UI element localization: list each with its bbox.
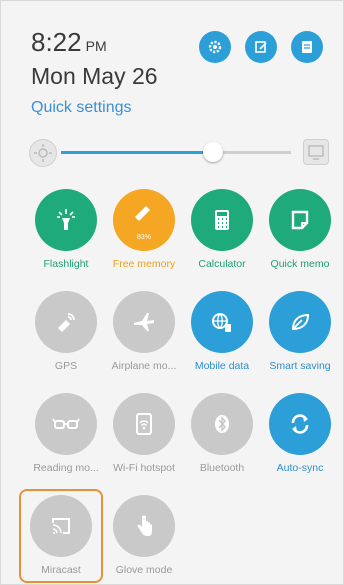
notes-icon [302, 41, 312, 53]
tile-icon-bg [269, 291, 331, 353]
tile-label: Smart saving [269, 360, 331, 372]
cast-icon [52, 518, 70, 534]
tile-label: Flashlight [43, 258, 89, 270]
tile-label: Auto-sync [276, 462, 324, 474]
settings-button[interactable] [199, 31, 231, 63]
tile-airplane-mode[interactable]: Airplane mo... [103, 291, 185, 372]
bluetooth-icon [215, 415, 229, 433]
tile-icon-bg [191, 291, 253, 353]
notes-button[interactable] [291, 31, 323, 63]
tile-icon-bg [113, 393, 175, 455]
time-text: 8:22 [31, 27, 82, 57]
mobile-data-icon [212, 313, 231, 332]
tile-glove-mode[interactable]: Glove mode [103, 495, 185, 576]
flashlight-icon [57, 209, 75, 230]
quick-settings-link[interactable]: Quick settings [31, 99, 131, 117]
tile-quick-memo[interactable]: Quick memo [259, 189, 341, 270]
brightness-thumb[interactable] [202, 142, 223, 162]
sync-icon [291, 414, 309, 434]
tile-miracast[interactable]: Miracast [20, 495, 102, 576]
tile-auto-sync[interactable]: Auto-sync [259, 393, 341, 474]
tile-label: Glove mode [115, 564, 173, 576]
tile-free-memory[interactable]: 83% Free memory [103, 189, 185, 270]
tile-label: Mobile data [194, 360, 250, 372]
header-actions [199, 31, 323, 63]
tile-wifi-hotspot[interactable]: Wi-Fi hotspot [103, 393, 185, 474]
brightness-fill [61, 151, 213, 154]
tile-label: Reading mo... [33, 462, 99, 474]
tile-label: Airplane mo... [111, 360, 177, 372]
tile-icon-bg [113, 495, 175, 557]
hotspot-icon [136, 413, 152, 435]
tile-label: Bluetooth [199, 462, 245, 474]
tile-calculator[interactable]: Calculator [181, 189, 263, 270]
edit-icon [255, 41, 267, 53]
tile-label: Miracast [41, 564, 81, 576]
tile-icon-bg [35, 291, 97, 353]
tile-icon-bg [30, 495, 92, 557]
tile-gps[interactable]: GPS [25, 291, 107, 372]
date-text: Mon May 26 [31, 63, 158, 89]
tile-label: Wi-Fi hotspot [113, 462, 175, 474]
quick-settings-panel: 8:22 PM Mon May 26 Quick settings Flashl… [0, 0, 344, 585]
tile-bluetooth[interactable]: Bluetooth [181, 393, 263, 474]
brightness-control [29, 137, 329, 167]
tile-icon-bg: 83% [113, 189, 175, 251]
hand-icon [137, 515, 152, 536]
tile-icon-bg [113, 291, 175, 353]
tile-mobile-data[interactable]: Mobile data [181, 291, 263, 372]
tile-reading-mode[interactable]: Reading mo... [25, 393, 107, 474]
ampm-text: PM [85, 38, 107, 54]
gps-icon [58, 313, 75, 332]
settings-icon [208, 40, 222, 54]
tile-flashlight[interactable]: Flashlight [25, 189, 107, 270]
tile-icon-bg [35, 393, 97, 455]
clock: 8:22 PM [31, 27, 107, 58]
airplane-icon [134, 313, 154, 331]
brightness-sun-icon [29, 139, 57, 167]
auto-brightness-icon[interactable] [303, 139, 329, 165]
tile-label: Calculator [198, 258, 246, 270]
leaf-icon [291, 313, 310, 331]
tile-icon-bg [269, 189, 331, 251]
calculator-icon [215, 210, 229, 230]
tile-smart-saving[interactable]: Smart saving [259, 291, 341, 372]
tile-icon-bg [35, 189, 97, 251]
edit-button[interactable] [245, 31, 277, 63]
glasses-icon [52, 418, 80, 429]
tile-label: GPS [54, 360, 78, 372]
memo-icon [291, 210, 309, 230]
memory-percent: 83% [136, 234, 151, 241]
brightness-slider[interactable] [61, 142, 291, 162]
tile-label: Free memory [112, 258, 176, 270]
tile-icon-bg [191, 189, 253, 251]
broom-icon [135, 206, 150, 221]
tile-icon-bg [191, 393, 253, 455]
tile-icon-bg [269, 393, 331, 455]
tile-label: Quick memo [270, 258, 330, 270]
